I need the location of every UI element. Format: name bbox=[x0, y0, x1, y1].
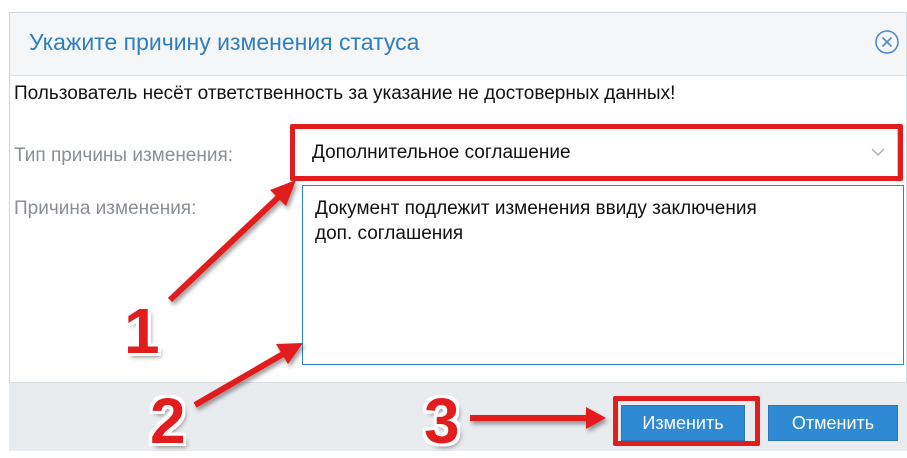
arrow-1 bbox=[167, 187, 289, 303]
marker-3: 3 bbox=[424, 385, 460, 457]
marker-2: 2 bbox=[150, 385, 186, 457]
marker-1: 1 bbox=[124, 295, 160, 367]
arrow-2 bbox=[193, 347, 292, 408]
annotation-arrows bbox=[167, 180, 606, 429]
